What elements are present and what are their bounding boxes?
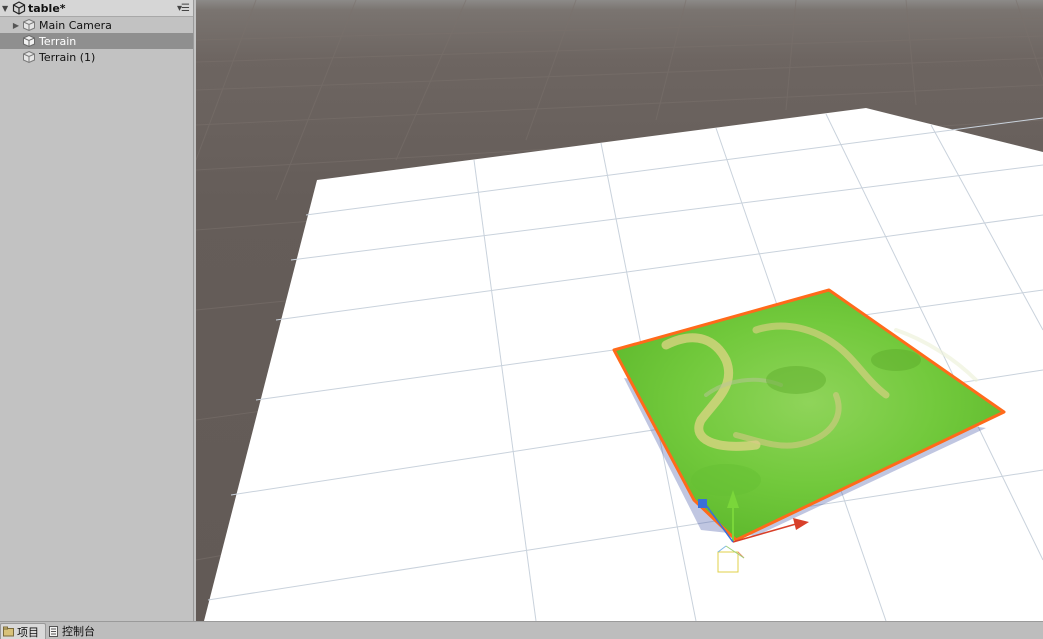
hierarchy-item-label: Terrain (1) xyxy=(39,50,96,64)
bottom-tab-bar: 项目 控制台 xyxy=(0,621,1043,639)
hierarchy-item-label: Terrain xyxy=(39,34,77,48)
tab-label: 控制台 xyxy=(62,625,95,638)
scene-title: table* xyxy=(28,1,66,15)
scene-viewport[interactable] xyxy=(196,0,1043,621)
tab-console[interactable]: 控制台 xyxy=(46,623,101,639)
unity-logo-icon xyxy=(12,1,26,15)
hierarchy-item-terrain[interactable]: Terrain xyxy=(0,33,193,49)
console-icon xyxy=(49,625,58,637)
gameobject-cube-icon xyxy=(23,18,35,32)
collapse-arrow-icon[interactable]: ▼ xyxy=(2,4,12,13)
expand-arrow-icon[interactable]: ▶ xyxy=(10,21,22,30)
gizmo-z-arrow-icon[interactable] xyxy=(698,499,707,508)
scene-view[interactable] xyxy=(196,0,1043,621)
scene-header-row[interactable]: ▼ table* ▾☰ xyxy=(0,0,193,17)
hierarchy-menu-icon[interactable]: ▾☰ xyxy=(177,3,190,14)
tab-label: 项目 xyxy=(17,625,39,639)
gameobject-cube-icon xyxy=(23,50,35,64)
hierarchy-item-main-camera[interactable]: ▶ Main Camera xyxy=(0,17,193,33)
gameobject-cube-icon xyxy=(23,34,35,48)
hierarchy-item-terrain-1[interactable]: Terrain (1) xyxy=(0,49,193,65)
hierarchy-item-label: Main Camera xyxy=(39,18,112,32)
unity-editor: ▼ table* ▾☰ ▶ Main Camera Terrain Terrai… xyxy=(0,0,1043,639)
tab-project[interactable]: 项目 xyxy=(0,623,46,639)
hierarchy-panel: ▼ table* ▾☰ ▶ Main Camera Terrain Terrai… xyxy=(0,0,194,621)
folder-icon xyxy=(3,626,14,637)
